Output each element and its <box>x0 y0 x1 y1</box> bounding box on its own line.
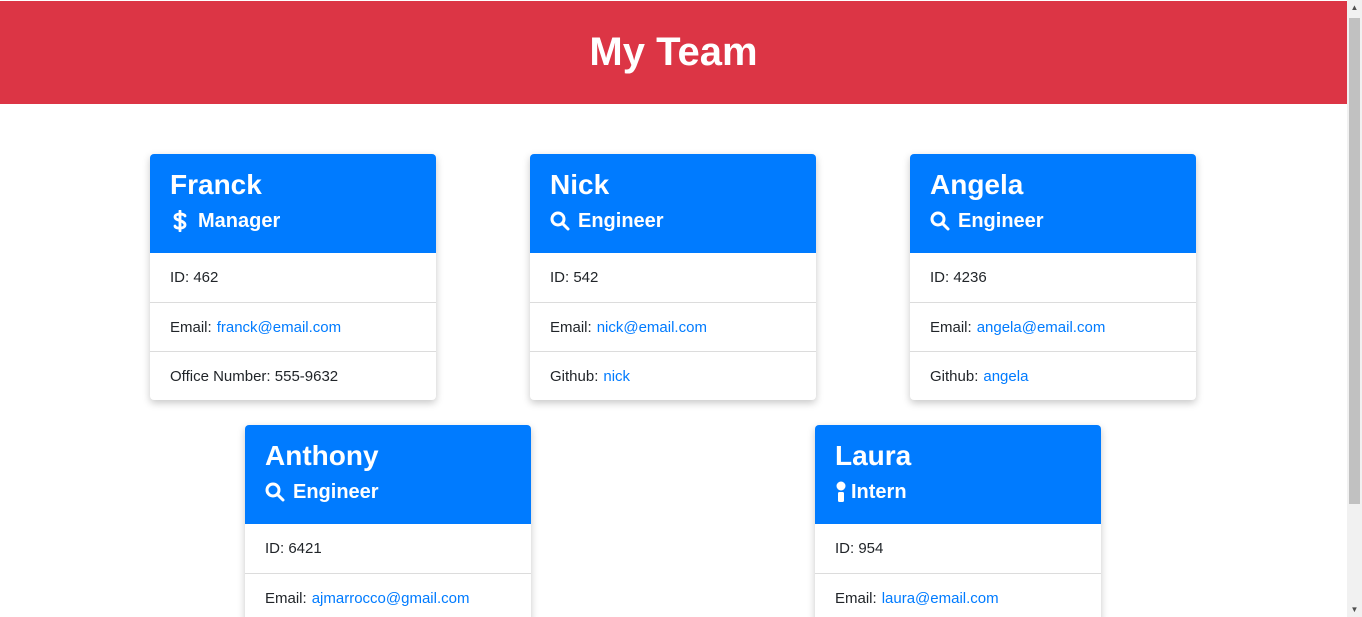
employee-card-franck: Franck Manager ID: 462 Email: franck@ema… <box>150 154 436 400</box>
employee-github: Github: angela <box>910 351 1196 400</box>
github-label: Github: <box>930 367 979 385</box>
employee-details: ID: 954 Email: laura@email.com <box>815 524 1101 617</box>
email-link[interactable]: ajmarrocco@gmail.com <box>312 590 470 607</box>
employee-details: ID: 4236 Email: angela@email.com Github:… <box>910 253 1196 400</box>
employee-email: Email: franck@email.com <box>150 302 436 351</box>
employee-card-nick: Nick Engineer ID: 542 Email: nick@email.… <box>530 154 816 400</box>
role-label: Manager <box>198 209 281 232</box>
scroll-up-arrow-icon[interactable]: ▲ <box>1347 0 1362 15</box>
role-label: Engineer <box>958 209 1044 232</box>
card-header: Nick Engineer <box>530 154 816 253</box>
scroll-down-arrow-icon[interactable]: ▼ <box>1347 602 1362 617</box>
employee-name: Anthony <box>265 440 379 471</box>
employee-details: ID: 542 Email: nick@email.com Github: ni… <box>530 253 816 400</box>
id-text: ID: 542 <box>550 269 599 286</box>
office-number-text: Office Number: 555-9632 <box>170 367 339 385</box>
email-link[interactable]: laura@email.com <box>882 590 999 607</box>
role-label: Engineer <box>293 480 379 503</box>
id-text: ID: 4236 <box>930 269 987 286</box>
card-header: Franck Manager <box>150 154 436 253</box>
card-header: Angela Engineer <box>910 154 1196 253</box>
employee-role: Intern <box>835 477 1081 507</box>
employee-id: ID: 954 <box>815 524 1101 573</box>
employee-name: Laura <box>835 440 912 471</box>
email-link[interactable]: nick@email.com <box>597 319 707 336</box>
employee-card-angela: Angela Engineer ID: 4236 Email: angela@e… <box>910 154 1196 400</box>
page-header: My Team <box>0 1 1347 104</box>
employee-github: Github: nick <box>530 351 816 400</box>
card-header: Anthony Engineer <box>245 425 531 524</box>
employee-card-anthony: Anthony Engineer ID: 6421 Email: ajmarro… <box>245 425 531 617</box>
email-label: Email: <box>265 589 307 607</box>
employee-id: ID: 6421 <box>245 524 531 573</box>
github-label: Github: <box>550 367 599 385</box>
employee-role: Engineer <box>550 206 796 236</box>
email-link[interactable]: angela@email.com <box>977 319 1106 336</box>
card-header: Laura Intern <box>815 425 1101 524</box>
page-viewport: My Team Franck Manager ID: 462 Email: fr… <box>0 0 1362 617</box>
dollar-icon <box>170 209 190 233</box>
employee-email: Email: laura@email.com <box>815 573 1101 617</box>
employee-role: Engineer <box>265 477 511 507</box>
employee-details: ID: 462 Email: franck@email.com Office N… <box>150 253 436 400</box>
search-icon <box>550 209 570 233</box>
id-text: ID: 462 <box>170 269 219 286</box>
id-text: ID: 6421 <box>265 540 322 557</box>
employee-name: Franck <box>170 169 262 200</box>
email-link[interactable]: franck@email.com <box>217 319 341 336</box>
email-label: Email: <box>835 589 877 607</box>
employee-office-number: Office Number: 555-9632 <box>150 351 436 400</box>
graduate-icon <box>835 480 847 504</box>
scrollbar-thumb[interactable] <box>1349 18 1360 504</box>
page-title: My Team <box>589 30 758 74</box>
employee-card-laura: Laura Intern ID: 954 Email: laura@email.… <box>815 425 1101 617</box>
github-link[interactable]: nick <box>603 368 630 385</box>
employee-id: ID: 542 <box>530 253 816 302</box>
vertical-scrollbar[interactable]: ▲ ▼ <box>1347 0 1362 617</box>
employee-email: Email: ajmarrocco@gmail.com <box>245 573 531 617</box>
github-link[interactable]: angela <box>983 368 1028 385</box>
employee-name: Angela <box>930 169 1024 200</box>
role-label: Engineer <box>578 209 664 232</box>
employee-email: Email: angela@email.com <box>910 302 1196 351</box>
role-label: Intern <box>851 480 907 503</box>
employee-id: ID: 462 <box>150 253 436 302</box>
email-label: Email: <box>550 318 592 336</box>
id-text: ID: 954 <box>835 540 884 557</box>
employee-role: Manager <box>170 206 416 236</box>
email-label: Email: <box>170 318 212 336</box>
employee-role: Engineer <box>930 206 1176 236</box>
employee-details: ID: 6421 Email: ajmarrocco@gmail.com <box>245 524 531 617</box>
search-icon <box>930 209 950 233</box>
employee-email: Email: nick@email.com <box>530 302 816 351</box>
email-label: Email: <box>930 318 972 336</box>
employee-id: ID: 4236 <box>910 253 1196 302</box>
employee-name: Nick <box>550 169 610 200</box>
search-icon <box>265 480 285 504</box>
